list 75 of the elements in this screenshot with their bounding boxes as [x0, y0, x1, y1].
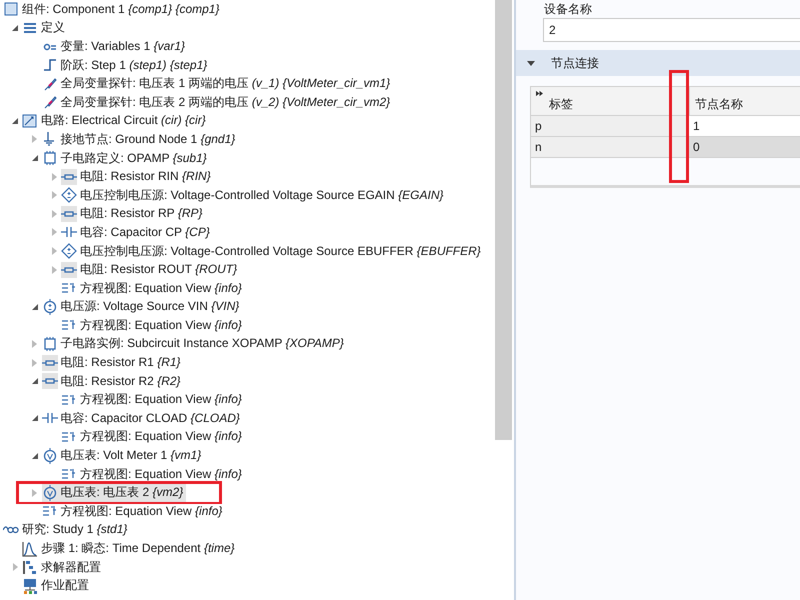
collapsed-arrow-icon[interactable] [52, 247, 56, 256]
tree-item[interactable]: 求解器配置 [22, 558, 104, 576]
collapsed-arrow-icon[interactable] [12, 563, 18, 572]
table-cell[interactable]: 1 [688, 116, 800, 136]
resistor-icon [61, 168, 77, 185]
resistor-icon [42, 354, 58, 371]
tree-item[interactable]: 作业配置 [22, 576, 92, 595]
tree-item[interactable]: 子电路实例: Subcircuit Instance XOPAMP {XOPAMP} [42, 334, 347, 353]
collapsed-arrow-icon[interactable] [32, 488, 37, 497]
tree-item[interactable]: 电压表: 电压表 2 {vm2} [42, 484, 186, 502]
double-arrow-icon[interactable] [535, 90, 544, 97]
tree-item[interactable]: 研究: Study 1 {std1} [3, 520, 130, 539]
voltmeter-icon [42, 448, 58, 464]
expanded-arrow-icon[interactable] [32, 452, 38, 459]
vsource-icon [42, 298, 58, 315]
tree-item[interactable]: 全局变量探针: 电压表 2 两端的电压 (v_2) {VoltMeter_cir_vm2} [42, 93, 394, 112]
expanded-arrow-icon[interactable] [32, 304, 38, 310]
tree-item[interactable]: 方程视图: Equation View {info} [61, 428, 245, 446]
tree-item[interactable]: 电阻: Resistor RIN {RIN} [61, 168, 214, 186]
column-header[interactable]: 节点名称 [690, 87, 800, 115]
voltmeter-icon [42, 484, 58, 501]
tree-item[interactable]: 电阻: Resistor ROUT {ROUT} [61, 260, 240, 279]
circuit-icon [22, 112, 38, 129]
tree-item[interactable]: 电容: Capacitor CP {CP} [61, 223, 213, 242]
collapsed-arrow-icon[interactable] [52, 191, 56, 200]
tree-item[interactable]: 全局变量探针: 电压表 1 两端的电压 (v_1) {VoltMeter_cir_vm1} [42, 74, 394, 93]
tree-item[interactable]: 步骤 1: 瞬态: Time Dependent {time} [22, 540, 238, 558]
tree-item[interactable]: 电路: Electrical Circuit (cir) {cir} [22, 112, 209, 130]
field-label: 设备名称 [544, 2, 593, 16]
table-cell[interactable]: 0 [688, 137, 800, 157]
tree-item[interactable]: 定义 [22, 18, 68, 37]
subcircuit-icon [42, 336, 58, 352]
tree-item[interactable]: 电压控制电压源: Voltage-Controlled Voltage Source EBUFFER {EBUFFER} [61, 242, 484, 260]
tree-item[interactable]: 接地节点: Ground Node 1 {gnd1} [42, 130, 238, 148]
tree-item[interactable]: 电压控制电压源: Voltage-Controlled Voltage Source EGAIN {EGAIN} [61, 186, 446, 204]
resistor-icon [61, 206, 77, 222]
timestep-icon [22, 540, 38, 557]
tree-item[interactable]: 电阻: Resistor RP {RP} [61, 204, 206, 223]
section-header[interactable]: 节点连接 [516, 50, 800, 76]
tree-item[interactable]: 方程视图: Equation View {info} [61, 316, 245, 334]
tree-item[interactable]: 电压表: Volt Meter 1 {vm1} [42, 446, 204, 465]
vcvs-icon [61, 187, 77, 204]
expanded-arrow-icon[interactable] [12, 24, 18, 31]
subcircuit-icon [42, 150, 58, 166]
tree-item[interactable]: 电容: Capacitor CLOAD {CLOAD} [42, 409, 243, 428]
collapsed-arrow-icon[interactable] [52, 228, 56, 236]
tree-item[interactable]: 变量: Variables 1 {var1} [42, 37, 188, 56]
tree-item[interactable]: 方程视图: Equation View {info} [61, 465, 245, 484]
column-header[interactable]: 标签 [549, 96, 573, 113]
name-input-field[interactable]: 2 [543, 18, 800, 42]
expanded-arrow-icon[interactable] [32, 155, 38, 162]
job-icon [22, 578, 38, 594]
resistor-icon [61, 262, 77, 278]
tree-item[interactable]: 方程视图: Equation View {info} [61, 390, 245, 409]
table-cell: n [531, 137, 688, 157]
solver-icon [22, 559, 38, 576]
step-icon [42, 57, 58, 74]
tree-item[interactable]: 电阻: Resistor R1 {R1} [42, 354, 184, 372]
tree-item[interactable]: 阶跃: Step 1 (step1) {step1} [42, 56, 210, 74]
component-icon [3, 1, 19, 18]
tree-item[interactable]: 组件: Component 1 {comp1} {comp1} [3, 0, 222, 18]
tree-item[interactable]: 电压源: Voltage Source VIN {VIN} [42, 298, 242, 316]
collapsed-arrow-icon[interactable] [32, 358, 37, 367]
vcvs-icon [61, 243, 77, 260]
tree-item[interactable]: 电阻: Resistor R2 {R2} [42, 372, 184, 390]
collapsed-arrow-icon[interactable] [32, 135, 37, 144]
scrollbar-track[interactable] [495, 0, 512, 440]
tree-item[interactable]: 方程视图: Equation View {info} [42, 502, 226, 520]
tree-item[interactable]: 子电路定义: OPAMP {sub1} [42, 149, 210, 168]
expanded-arrow-icon[interactable] [32, 415, 38, 422]
resistor-icon [42, 373, 58, 390]
tree-item[interactable]: 方程视图: Equation View {info} [61, 279, 245, 298]
collapse-arrow-icon[interactable] [527, 60, 535, 66]
collapsed-arrow-icon[interactable] [32, 340, 37, 348]
table-cell: p [531, 116, 688, 136]
